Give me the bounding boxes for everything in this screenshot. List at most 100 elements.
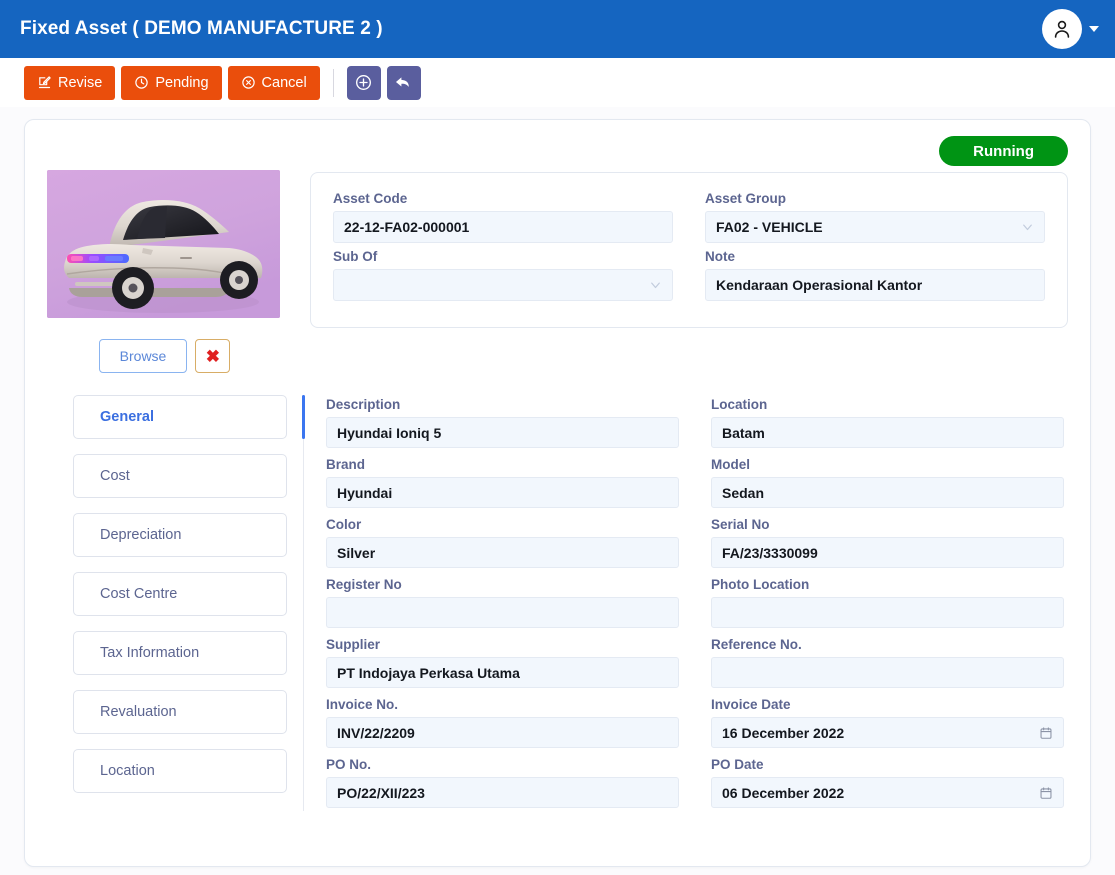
action-toolbar: Revise Pending Cancel (0, 58, 1115, 107)
asset-detail-card: Running Browse ✖ Asset Code 22-12-FA02-0… (24, 119, 1091, 867)
cancel-button-label: Cancel (261, 74, 307, 91)
register-no-input[interactable] (326, 597, 679, 628)
field-label: Location (711, 397, 768, 412)
location-input[interactable]: Batam (711, 417, 1064, 448)
calendar-icon[interactable] (1039, 786, 1053, 800)
cancel-button[interactable]: Cancel (227, 65, 320, 100)
tab-cost[interactable]: Cost (73, 454, 287, 498)
field-register-no: Register No (326, 577, 679, 628)
calendar-icon[interactable] (1039, 726, 1053, 740)
tab-panel-divider (302, 395, 305, 811)
field-asset-group: Asset Group FA02 - VEHICLE (705, 191, 1045, 243)
asset-group-select[interactable]: FA02 - VEHICLE (705, 211, 1045, 243)
avatar[interactable] (1042, 9, 1082, 49)
note-input[interactable]: Kendaraan Operasional Kantor (705, 269, 1045, 301)
chevron-down-icon (1020, 220, 1035, 235)
tab-revaluation[interactable]: Revaluation (73, 690, 287, 734)
active-tab-indicator (302, 395, 305, 439)
tab-general[interactable]: General (73, 395, 287, 439)
field-label: Serial No (711, 517, 770, 532)
tab-label: Location (100, 763, 155, 779)
field-value: FA02 - VEHICLE (716, 219, 823, 235)
field-label: Invoice No. (326, 697, 399, 712)
field-label: Asset Code (333, 191, 408, 206)
po-date-input[interactable]: 06 December 2022 (711, 777, 1064, 808)
field-label: Color (326, 517, 362, 532)
field-value: Hyundai Ioniq 5 (337, 424, 442, 441)
field-value: PT Indojaya Perkasa Utama (337, 664, 520, 681)
field-value: Kendaraan Operasional Kantor (716, 277, 923, 293)
field-label: Note (705, 249, 735, 264)
field-value: 22-12-FA02-000001 (344, 219, 470, 235)
photo-actions: Browse ✖ (47, 339, 282, 373)
chevron-down-icon (1089, 26, 1099, 32)
field-value: 06 December 2022 (722, 784, 845, 801)
undo-arrow-icon (396, 77, 409, 87)
pending-button[interactable]: Pending (121, 65, 222, 100)
field-value: Silver (337, 544, 376, 561)
field-label: Model (711, 457, 750, 472)
revise-button[interactable]: Revise (24, 65, 116, 100)
tab-location[interactable]: Location (73, 749, 287, 793)
tab-list: General Cost Depreciation Cost Centre Ta… (47, 391, 287, 817)
tab-label: Depreciation (100, 527, 182, 543)
tab-cost-centre[interactable]: Cost Centre (73, 572, 287, 616)
field-label: Supplier (326, 637, 381, 652)
status-row: Running (47, 136, 1068, 166)
brand-input[interactable]: Hyundai (326, 477, 679, 508)
field-value: Hyundai (337, 484, 393, 501)
field-label: PO Date (711, 757, 764, 772)
asset-photo-image (47, 170, 280, 318)
reference-no-input[interactable] (711, 657, 1064, 688)
field-note: Note Kendaraan Operasional Kantor (705, 249, 1045, 301)
model-input[interactable]: Sedan (711, 477, 1064, 508)
field-label: Reference No. (711, 637, 802, 652)
field-invoice-date: Invoice Date 16 December 2022 (711, 697, 1064, 748)
tab-depreciation[interactable]: Depreciation (73, 513, 287, 557)
asset-summary-section: Browse ✖ Asset Code 22-12-FA02-000001 As… (47, 166, 1068, 373)
field-po-no: PO No. PO/22/XII/223 (326, 757, 679, 808)
description-input[interactable]: Hyundai Ioniq 5 (326, 417, 679, 448)
asset-photo (47, 170, 280, 318)
sub-of-select[interactable] (333, 269, 673, 301)
invoice-no-input[interactable]: INV/22/2209 (326, 717, 679, 748)
delete-photo-button[interactable]: ✖ (195, 339, 231, 373)
page-title: Fixed Asset ( DEMO MANUFACTURE 2 ) (20, 18, 383, 39)
field-po-date: PO Date 06 December 2022 (711, 757, 1064, 808)
supplier-input[interactable]: PT Indojaya Perkasa Utama (326, 657, 679, 688)
field-location: Location Batam (711, 397, 1064, 448)
tab-tax-information[interactable]: Tax Information (73, 631, 287, 675)
toolbar-divider (332, 68, 334, 97)
field-label: Description (326, 397, 401, 412)
field-supplier: Supplier PT Indojaya Perkasa Utama (326, 637, 679, 688)
field-value: Batam (722, 424, 765, 441)
browse-button[interactable]: Browse (98, 339, 188, 373)
asset-header-fields: Asset Code 22-12-FA02-000001 Asset Group… (310, 172, 1068, 328)
field-serial-no: Serial No FA/23/3330099 (711, 517, 1064, 568)
user-menu[interactable] (1042, 9, 1099, 49)
field-invoice-no: Invoice No. INV/22/2209 (326, 697, 679, 748)
po-no-input[interactable]: PO/22/XII/223 (326, 777, 679, 808)
field-label: PO No. (326, 757, 372, 772)
tab-label: Tax Information (100, 645, 200, 661)
tab-label: General (100, 409, 154, 425)
photo-location-input[interactable] (711, 597, 1064, 628)
field-sub-of: Sub Of (333, 249, 673, 301)
revise-button-label: Revise (58, 74, 103, 91)
field-description: Description Hyundai Ioniq 5 (326, 397, 679, 448)
asset-code-input[interactable]: 22-12-FA02-000001 (333, 211, 673, 243)
back-button[interactable] (386, 65, 421, 100)
field-label: Invoice Date (711, 697, 791, 712)
field-label: Asset Group (705, 191, 787, 206)
add-button[interactable] (346, 65, 381, 100)
field-label: Brand (326, 457, 366, 472)
serial-no-input[interactable]: FA/23/3330099 (711, 537, 1064, 568)
edit-square-icon (38, 76, 51, 89)
plus-circle-icon (356, 75, 372, 90)
color-input[interactable]: Silver (326, 537, 679, 568)
circle-x-icon (241, 76, 255, 89)
field-value: 16 December 2022 (722, 724, 845, 741)
invoice-date-input[interactable]: 16 December 2022 (711, 717, 1064, 748)
user-icon (1054, 20, 1070, 38)
status-badge[interactable]: Running (939, 136, 1068, 166)
